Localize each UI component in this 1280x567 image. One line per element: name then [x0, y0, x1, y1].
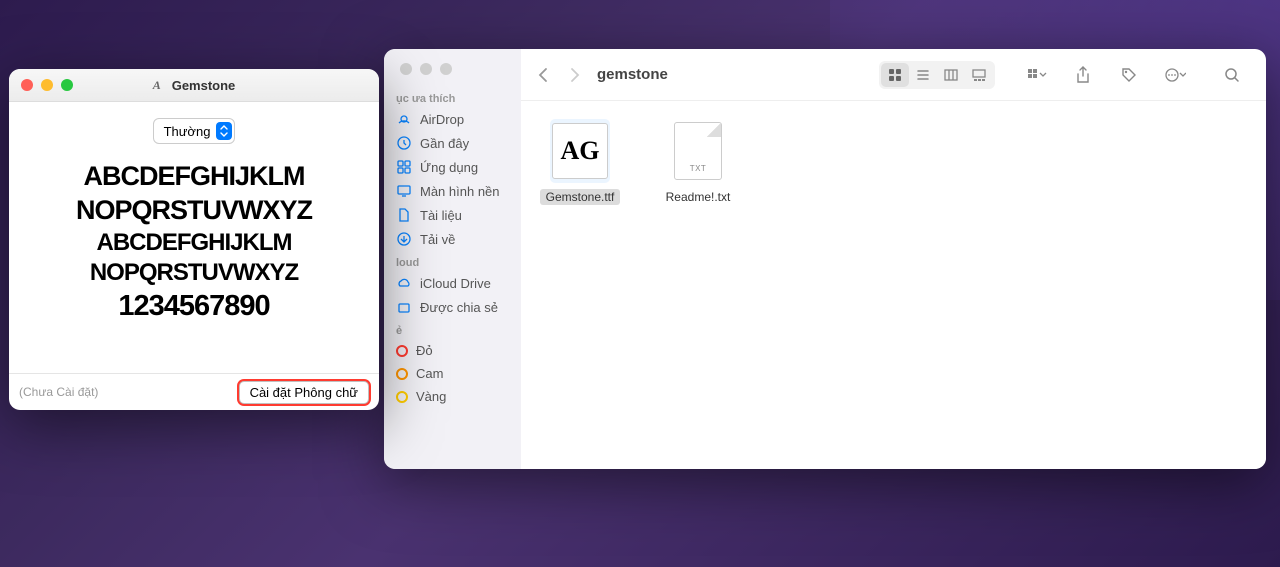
- sidebar-item-label: Đỏ: [416, 343, 433, 358]
- nav-back-button[interactable]: [537, 67, 549, 83]
- view-list-button[interactable]: [909, 63, 937, 87]
- sidebar-item-airdrop[interactable]: AirDrop: [384, 107, 521, 131]
- finder-main: gemstone AG Gemstone.ttf: [521, 49, 1266, 469]
- sidebar-item-label: Được chia sẻ: [420, 300, 498, 315]
- chevron-updown-icon: [216, 122, 232, 140]
- sidebar-item-icloud[interactable]: iCloud Drive: [384, 271, 521, 295]
- style-select-value: Thường: [164, 124, 211, 139]
- tag-dot-icon: [396, 345, 408, 357]
- sidebar-tag-red[interactable]: Đỏ: [384, 339, 521, 362]
- tag-button[interactable]: [1118, 64, 1140, 86]
- view-mode-controls: [879, 61, 995, 89]
- finder-toolbar: gemstone: [521, 49, 1266, 101]
- sidebar-item-label: iCloud Drive: [420, 276, 491, 291]
- font-preview-text: ABCDEFGHIJKLM NOPQRSTUVWXYZ ABCDEFGHIJKL…: [9, 154, 379, 324]
- sidebar-item-recents[interactable]: Gần đây: [384, 131, 521, 155]
- file-name: Readme!.txt: [660, 189, 737, 205]
- preview-line: NOPQRSTUVWXYZ: [29, 258, 359, 288]
- tags-header: ẻ: [384, 319, 521, 339]
- file-icon: TXT: [668, 119, 728, 183]
- close-button[interactable]: [21, 79, 33, 91]
- traffic-lights: [21, 79, 73, 91]
- sidebar-item-label: Tải về: [420, 232, 455, 247]
- preview-line: ABCDEFGHIJKLM: [29, 160, 359, 194]
- style-select[interactable]: Thường: [153, 118, 236, 144]
- sidebar-item-label: AirDrop: [420, 112, 464, 127]
- file-item-readme-txt[interactable]: TXT Readme!.txt: [657, 119, 739, 205]
- share-button[interactable]: [1072, 64, 1094, 86]
- finder-content[interactable]: AG Gemstone.ttf TXT Readme!.txt: [521, 101, 1266, 469]
- file-icon: AG: [550, 119, 610, 183]
- tag-dot-icon: [396, 368, 408, 380]
- nav-arrows: [537, 67, 581, 83]
- preview-line: NOPQRSTUVWXYZ: [29, 194, 359, 228]
- group-by-button[interactable]: [1026, 64, 1048, 86]
- sidebar-item-desktop[interactable]: Màn hình nền: [384, 179, 521, 203]
- search-button[interactable]: [1221, 64, 1243, 86]
- sidebar-item-label: Tài liệu: [420, 208, 462, 223]
- sidebar-item-label: Màn hình nền: [420, 184, 500, 199]
- txt-label: TXT: [690, 164, 707, 173]
- font-app-icon: A: [153, 79, 166, 92]
- window-title-text: Gemstone: [172, 78, 236, 93]
- ttf-icon: AG: [552, 123, 608, 179]
- finder-window: ục ưa thích AirDrop Gần đây Ứng dụng Màn…: [384, 49, 1266, 469]
- finder-sidebar: ục ưa thích AirDrop Gần đây Ứng dụng Màn…: [384, 49, 521, 469]
- clock-icon: [396, 135, 412, 151]
- maximize-button[interactable]: [440, 63, 452, 75]
- view-icon-button[interactable]: [881, 63, 909, 87]
- install-status: (Chưa Cài đặt): [19, 385, 98, 399]
- apps-icon: [396, 159, 412, 175]
- sidebar-item-label: Vàng: [416, 389, 446, 404]
- sidebar-item-label: Cam: [416, 366, 443, 381]
- action-button[interactable]: [1164, 64, 1186, 86]
- preview-line: 1234567890: [29, 288, 359, 324]
- font-preview-window: A Gemstone Thường ABCDEFGHIJKLM NOPQRSTU…: [9, 69, 379, 410]
- view-column-button[interactable]: [937, 63, 965, 87]
- sidebar-item-label: Ứng dụng: [420, 160, 478, 175]
- preview-line: ABCDEFGHIJKLM: [29, 228, 359, 258]
- desktop-icon: [396, 183, 412, 199]
- favorites-header: ục ưa thích: [384, 87, 521, 107]
- tag-dot-icon: [396, 391, 408, 403]
- maximize-button[interactable]: [61, 79, 73, 91]
- font-window-footer: (Chưa Cài đặt) Cài đặt Phông chữ: [9, 373, 379, 410]
- airdrop-icon: [396, 111, 412, 127]
- view-gallery-button[interactable]: [965, 63, 993, 87]
- file-item-gemstone-ttf[interactable]: AG Gemstone.ttf: [539, 119, 621, 205]
- close-button[interactable]: [400, 63, 412, 75]
- download-icon: [396, 231, 412, 247]
- file-name: Gemstone.ttf: [540, 189, 621, 205]
- icloud-header: loud: [384, 251, 521, 271]
- install-font-button[interactable]: Cài đặt Phông chữ: [239, 381, 369, 404]
- window-title: A Gemstone: [153, 78, 236, 93]
- minimize-button[interactable]: [41, 79, 53, 91]
- sidebar-tag-orange[interactable]: Cam: [384, 362, 521, 385]
- sidebar-item-downloads[interactable]: Tải về: [384, 227, 521, 251]
- sidebar-item-apps[interactable]: Ứng dụng: [384, 155, 521, 179]
- sidebar-item-shared[interactable]: Được chia sẻ: [384, 295, 521, 319]
- shared-icon: [396, 299, 412, 315]
- sidebar-item-documents[interactable]: Tài liệu: [384, 203, 521, 227]
- sidebar-tag-yellow[interactable]: Vàng: [384, 385, 521, 408]
- finder-traffic-lights: [384, 59, 521, 87]
- style-select-wrap: Thường: [9, 102, 379, 154]
- font-window-titlebar: A Gemstone: [9, 69, 379, 102]
- folder-title: gemstone: [597, 66, 668, 83]
- cloud-icon: [396, 275, 412, 291]
- txt-icon: TXT: [674, 122, 722, 180]
- document-icon: [396, 207, 412, 223]
- minimize-button[interactable]: [420, 63, 432, 75]
- nav-forward-button[interactable]: [569, 67, 581, 83]
- sidebar-item-label: Gần đây: [420, 136, 469, 151]
